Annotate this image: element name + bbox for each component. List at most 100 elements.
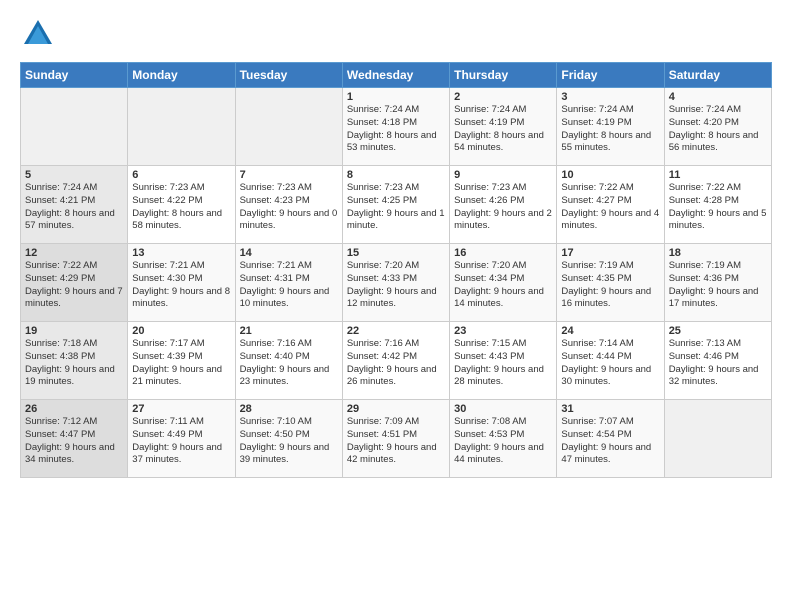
- day-cell: 10Sunrise: 7:22 AM Sunset: 4:27 PM Dayli…: [557, 166, 664, 244]
- day-info: Sunrise: 7:10 AM Sunset: 4:50 PM Dayligh…: [240, 416, 338, 467]
- day-info: Sunrise: 7:23 AM Sunset: 4:23 PM Dayligh…: [240, 182, 338, 233]
- header-row: SundayMondayTuesdayWednesdayThursdayFrid…: [21, 63, 772, 88]
- day-info: Sunrise: 7:24 AM Sunset: 4:21 PM Dayligh…: [25, 182, 123, 233]
- day-info: Sunrise: 7:16 AM Sunset: 4:40 PM Dayligh…: [240, 338, 338, 389]
- day-cell: 4Sunrise: 7:24 AM Sunset: 4:20 PM Daylig…: [664, 88, 771, 166]
- day-info: Sunrise: 7:23 AM Sunset: 4:26 PM Dayligh…: [454, 182, 552, 233]
- day-cell: 23Sunrise: 7:15 AM Sunset: 4:43 PM Dayli…: [450, 322, 557, 400]
- day-cell: 15Sunrise: 7:20 AM Sunset: 4:33 PM Dayli…: [342, 244, 449, 322]
- day-info: Sunrise: 7:07 AM Sunset: 4:54 PM Dayligh…: [561, 416, 659, 467]
- col-header-saturday: Saturday: [664, 63, 771, 88]
- day-number: 4: [669, 91, 767, 103]
- day-number: 30: [454, 403, 552, 415]
- logo-icon: [20, 16, 56, 52]
- day-cell: 3Sunrise: 7:24 AM Sunset: 4:19 PM Daylig…: [557, 88, 664, 166]
- day-cell: 24Sunrise: 7:14 AM Sunset: 4:44 PM Dayli…: [557, 322, 664, 400]
- day-number: 23: [454, 325, 552, 337]
- day-info: Sunrise: 7:13 AM Sunset: 4:46 PM Dayligh…: [669, 338, 767, 389]
- day-number: 2: [454, 91, 552, 103]
- day-info: Sunrise: 7:08 AM Sunset: 4:53 PM Dayligh…: [454, 416, 552, 467]
- day-info: Sunrise: 7:11 AM Sunset: 4:49 PM Dayligh…: [132, 416, 230, 467]
- day-number: 26: [25, 403, 123, 415]
- day-cell: 18Sunrise: 7:19 AM Sunset: 4:36 PM Dayli…: [664, 244, 771, 322]
- day-number: 29: [347, 403, 445, 415]
- day-number: 12: [25, 247, 123, 259]
- day-cell: 20Sunrise: 7:17 AM Sunset: 4:39 PM Dayli…: [128, 322, 235, 400]
- day-cell: 1Sunrise: 7:24 AM Sunset: 4:18 PM Daylig…: [342, 88, 449, 166]
- col-header-wednesday: Wednesday: [342, 63, 449, 88]
- day-info: Sunrise: 7:22 AM Sunset: 4:29 PM Dayligh…: [25, 260, 123, 311]
- day-cell: [21, 88, 128, 166]
- day-cell: 13Sunrise: 7:21 AM Sunset: 4:30 PM Dayli…: [128, 244, 235, 322]
- day-cell: 22Sunrise: 7:16 AM Sunset: 4:42 PM Dayli…: [342, 322, 449, 400]
- day-info: Sunrise: 7:24 AM Sunset: 4:19 PM Dayligh…: [561, 104, 659, 155]
- day-cell: [128, 88, 235, 166]
- day-cell: 29Sunrise: 7:09 AM Sunset: 4:51 PM Dayli…: [342, 400, 449, 478]
- day-cell: 8Sunrise: 7:23 AM Sunset: 4:25 PM Daylig…: [342, 166, 449, 244]
- day-cell: [664, 400, 771, 478]
- week-row-2: 5Sunrise: 7:24 AM Sunset: 4:21 PM Daylig…: [21, 166, 772, 244]
- week-row-5: 26Sunrise: 7:12 AM Sunset: 4:47 PM Dayli…: [21, 400, 772, 478]
- day-cell: 11Sunrise: 7:22 AM Sunset: 4:28 PM Dayli…: [664, 166, 771, 244]
- day-number: 22: [347, 325, 445, 337]
- day-number: 9: [454, 169, 552, 181]
- day-cell: 19Sunrise: 7:18 AM Sunset: 4:38 PM Dayli…: [21, 322, 128, 400]
- day-number: 19: [25, 325, 123, 337]
- day-cell: 16Sunrise: 7:20 AM Sunset: 4:34 PM Dayli…: [450, 244, 557, 322]
- col-header-sunday: Sunday: [21, 63, 128, 88]
- day-info: Sunrise: 7:12 AM Sunset: 4:47 PM Dayligh…: [25, 416, 123, 467]
- day-number: 31: [561, 403, 659, 415]
- day-number: 10: [561, 169, 659, 181]
- week-row-4: 19Sunrise: 7:18 AM Sunset: 4:38 PM Dayli…: [21, 322, 772, 400]
- day-number: 25: [669, 325, 767, 337]
- day-info: Sunrise: 7:19 AM Sunset: 4:36 PM Dayligh…: [669, 260, 767, 311]
- day-info: Sunrise: 7:23 AM Sunset: 4:25 PM Dayligh…: [347, 182, 445, 233]
- day-cell: 9Sunrise: 7:23 AM Sunset: 4:26 PM Daylig…: [450, 166, 557, 244]
- day-info: Sunrise: 7:21 AM Sunset: 4:31 PM Dayligh…: [240, 260, 338, 311]
- logo: [20, 16, 60, 52]
- day-number: 7: [240, 169, 338, 181]
- day-info: Sunrise: 7:16 AM Sunset: 4:42 PM Dayligh…: [347, 338, 445, 389]
- header: [20, 16, 772, 52]
- calendar-table: SundayMondayTuesdayWednesdayThursdayFrid…: [20, 62, 772, 478]
- day-info: Sunrise: 7:19 AM Sunset: 4:35 PM Dayligh…: [561, 260, 659, 311]
- col-header-thursday: Thursday: [450, 63, 557, 88]
- day-cell: 31Sunrise: 7:07 AM Sunset: 4:54 PM Dayli…: [557, 400, 664, 478]
- day-info: Sunrise: 7:17 AM Sunset: 4:39 PM Dayligh…: [132, 338, 230, 389]
- day-number: 16: [454, 247, 552, 259]
- day-info: Sunrise: 7:15 AM Sunset: 4:43 PM Dayligh…: [454, 338, 552, 389]
- day-number: 20: [132, 325, 230, 337]
- week-row-1: 1Sunrise: 7:24 AM Sunset: 4:18 PM Daylig…: [21, 88, 772, 166]
- day-info: Sunrise: 7:24 AM Sunset: 4:18 PM Dayligh…: [347, 104, 445, 155]
- day-cell: 2Sunrise: 7:24 AM Sunset: 4:19 PM Daylig…: [450, 88, 557, 166]
- day-info: Sunrise: 7:09 AM Sunset: 4:51 PM Dayligh…: [347, 416, 445, 467]
- day-cell: 30Sunrise: 7:08 AM Sunset: 4:53 PM Dayli…: [450, 400, 557, 478]
- day-info: Sunrise: 7:23 AM Sunset: 4:22 PM Dayligh…: [132, 182, 230, 233]
- col-header-monday: Monday: [128, 63, 235, 88]
- day-number: 27: [132, 403, 230, 415]
- day-info: Sunrise: 7:21 AM Sunset: 4:30 PM Dayligh…: [132, 260, 230, 311]
- day-info: Sunrise: 7:20 AM Sunset: 4:33 PM Dayligh…: [347, 260, 445, 311]
- col-header-friday: Friday: [557, 63, 664, 88]
- day-number: 11: [669, 169, 767, 181]
- day-number: 5: [25, 169, 123, 181]
- day-cell: 6Sunrise: 7:23 AM Sunset: 4:22 PM Daylig…: [128, 166, 235, 244]
- day-number: 3: [561, 91, 659, 103]
- day-info: Sunrise: 7:18 AM Sunset: 4:38 PM Dayligh…: [25, 338, 123, 389]
- day-number: 21: [240, 325, 338, 337]
- day-cell: 21Sunrise: 7:16 AM Sunset: 4:40 PM Dayli…: [235, 322, 342, 400]
- week-row-3: 12Sunrise: 7:22 AM Sunset: 4:29 PM Dayli…: [21, 244, 772, 322]
- day-cell: 7Sunrise: 7:23 AM Sunset: 4:23 PM Daylig…: [235, 166, 342, 244]
- day-cell: 25Sunrise: 7:13 AM Sunset: 4:46 PM Dayli…: [664, 322, 771, 400]
- day-info: Sunrise: 7:24 AM Sunset: 4:19 PM Dayligh…: [454, 104, 552, 155]
- day-info: Sunrise: 7:22 AM Sunset: 4:27 PM Dayligh…: [561, 182, 659, 233]
- day-number: 15: [347, 247, 445, 259]
- day-number: 1: [347, 91, 445, 103]
- day-number: 13: [132, 247, 230, 259]
- day-cell: 5Sunrise: 7:24 AM Sunset: 4:21 PM Daylig…: [21, 166, 128, 244]
- col-header-tuesday: Tuesday: [235, 63, 342, 88]
- day-cell: 12Sunrise: 7:22 AM Sunset: 4:29 PM Dayli…: [21, 244, 128, 322]
- day-number: 14: [240, 247, 338, 259]
- day-cell: [235, 88, 342, 166]
- day-number: 17: [561, 247, 659, 259]
